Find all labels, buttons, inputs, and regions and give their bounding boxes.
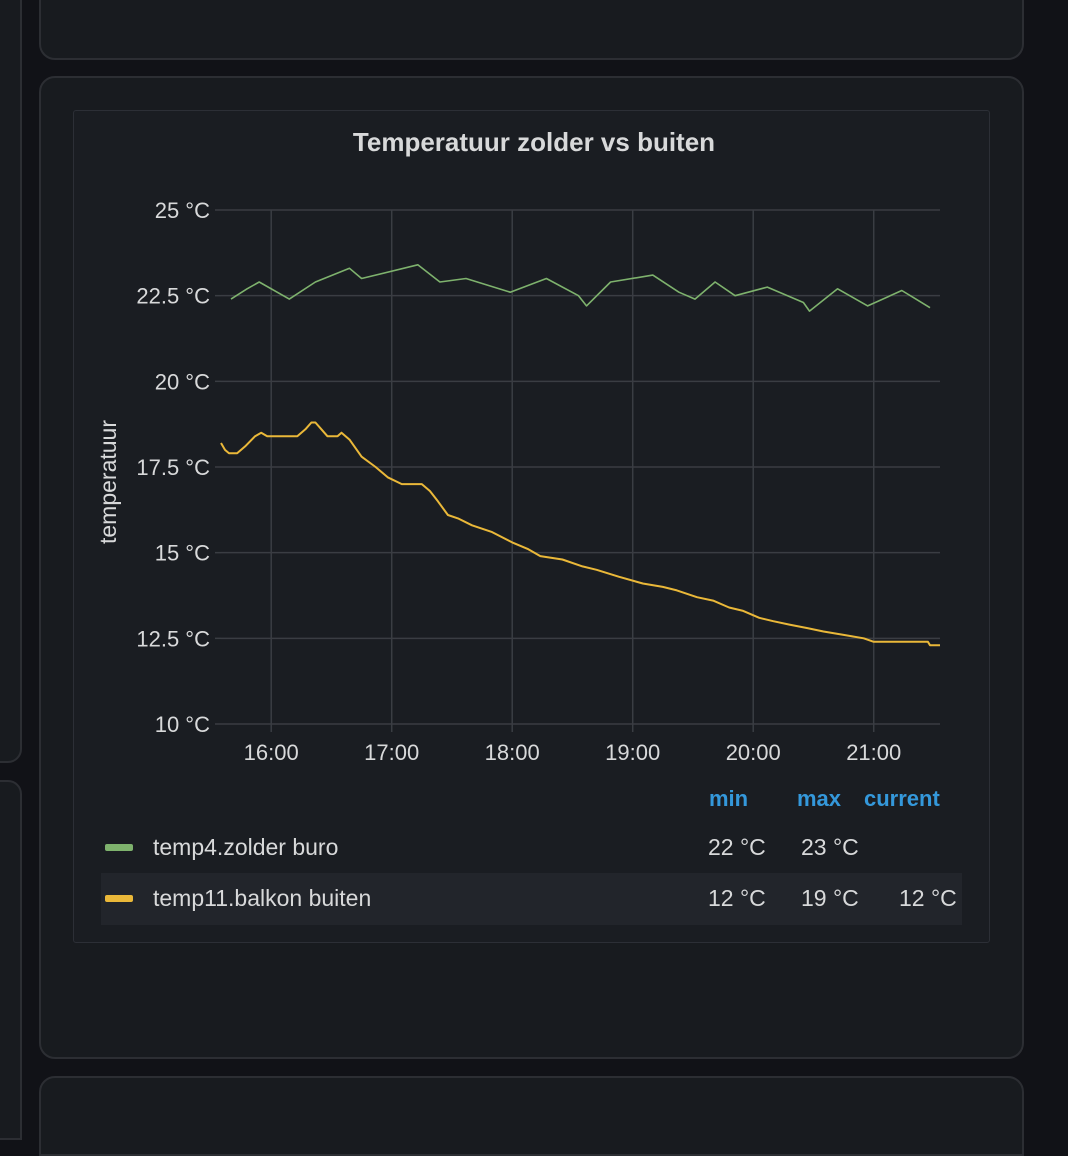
y-tick-label: 22.5 °C	[136, 284, 210, 309]
y-tick-label: 15 °C	[155, 541, 210, 566]
legend-max-value: 19 °C	[801, 885, 859, 911]
legend-swatch-balkon[interactable]	[105, 895, 133, 902]
legend-current-value: 12 °C	[899, 885, 957, 911]
series-line-zolder[interactable]	[230, 263, 931, 312]
legend-min-value: 12 °C	[708, 885, 766, 911]
legend-series-name[interactable]: temp11.balkon buiten	[153, 885, 371, 912]
y-tick-label: 10 °C	[155, 712, 210, 737]
y-tick-label: 12.5 °C	[136, 626, 210, 651]
legend-header-min[interactable]: min	[709, 786, 748, 812]
y-axis-label: temperatuur	[95, 420, 121, 544]
legend-item-zolder[interactable]: temp4.zolder buro 22 °C 23 °C	[101, 822, 962, 874]
legend-item-balkon[interactable]: temp11.balkon buiten 12 °C 19 °C 12 °C	[101, 873, 962, 925]
x-tick-label: 16:00	[244, 740, 299, 765]
x-tick-label: 21:00	[846, 740, 901, 765]
x-tick-label: 19:00	[605, 740, 660, 765]
line-chart: 25 °C 22.5 °C 20 °C 17.5 °C 15 °C 12.5 °C 10 °…	[95, 198, 940, 765]
y-tick-label: 17.5 °C	[136, 455, 210, 480]
legend-max-value: 23 °C	[801, 834, 859, 860]
x-tick-label: 18:00	[485, 740, 540, 765]
y-tick-label: 20 °C	[155, 369, 210, 394]
x-tick-label: 17:00	[364, 740, 419, 765]
legend-min-value: 22 °C	[708, 834, 766, 860]
x-tick-label: 20:00	[726, 740, 781, 765]
legend-swatch-zolder[interactable]	[105, 844, 133, 851]
legend-header-current[interactable]: current	[864, 786, 940, 812]
series-line-balkon[interactable]	[220, 421, 940, 647]
legend-header-max[interactable]: max	[797, 786, 841, 812]
y-axis-ticks: 25 °C 22.5 °C 20 °C 17.5 °C 15 °C 12.5 °C 10 °…	[136, 198, 210, 737]
x-axis-ticks: 16:00 17:00 18:00 19:00 20:00 21:00	[244, 740, 902, 765]
y-tick-label: 25 °C	[155, 198, 210, 223]
legend-series-name[interactable]: temp4.zolder buro	[153, 834, 338, 861]
series-lines	[220, 263, 940, 647]
chart-grid	[215, 209, 940, 732]
